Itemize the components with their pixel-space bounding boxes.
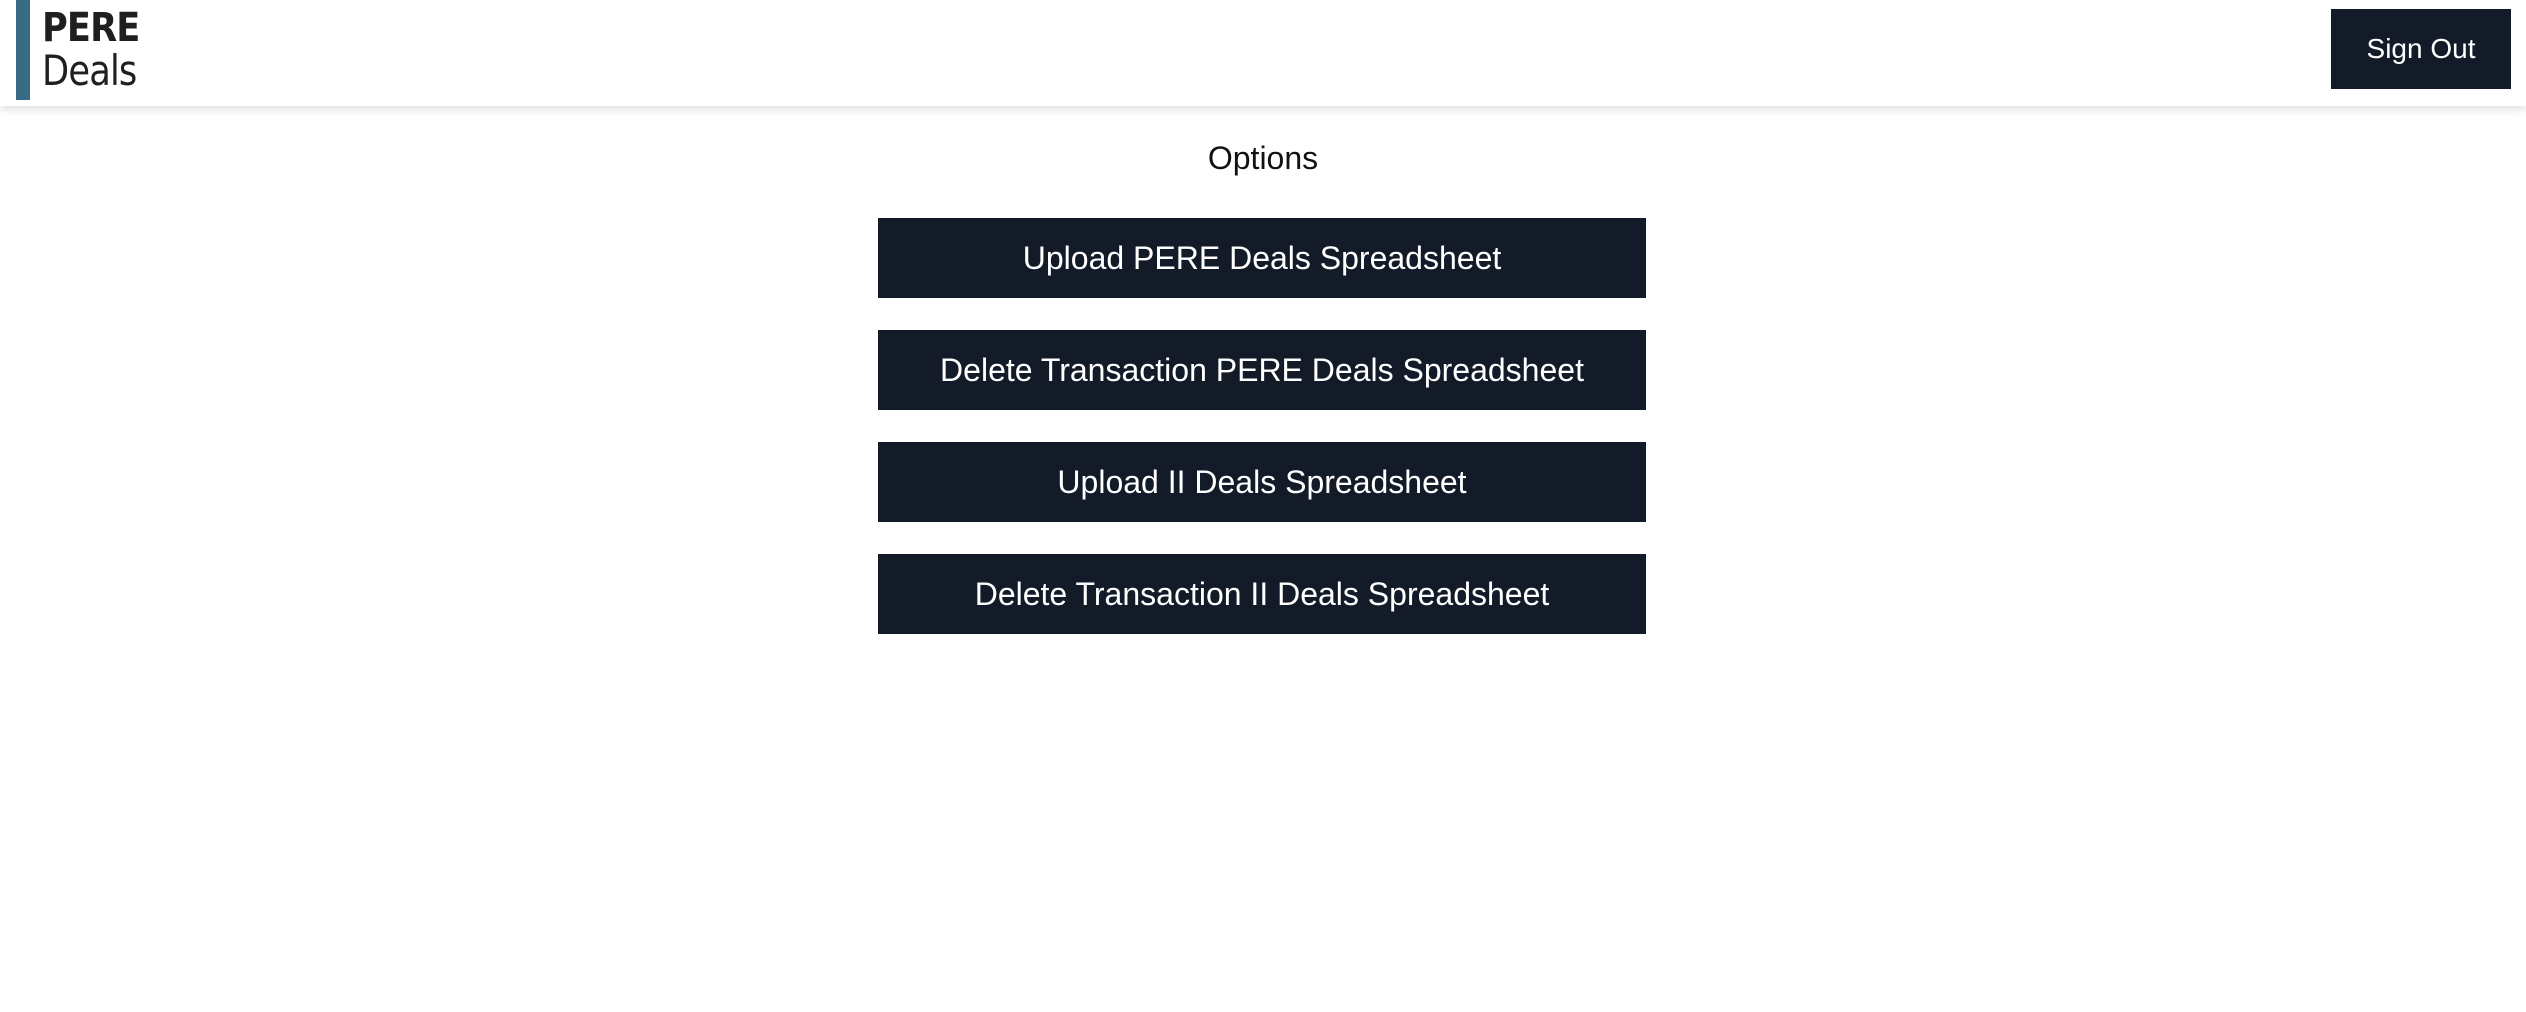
upload-pere-deals-button[interactable]: Upload PERE Deals Spreadsheet	[878, 218, 1646, 298]
logo-line-2: Deals	[42, 46, 137, 95]
options-heading: Options	[1207, 140, 1319, 176]
delete-transaction-ii-deals-button[interactable]: Delete Transaction II Deals Spreadsheet	[878, 554, 1646, 634]
top-header: PERE Deals Sign Out	[0, 0, 2526, 106]
logo-line-1: PERE	[42, 5, 140, 51]
upload-ii-deals-button[interactable]: Upload II Deals Spreadsheet	[878, 442, 1646, 522]
logo-accent-bar	[16, 0, 30, 100]
pere-deals-logo[interactable]: PERE Deals	[16, 0, 154, 100]
logo-text: PERE Deals	[42, 0, 154, 100]
sign-out-button[interactable]: Sign Out	[2331, 9, 2511, 89]
delete-transaction-pere-deals-button[interactable]: Delete Transaction PERE Deals Spreadshee…	[878, 330, 1646, 410]
